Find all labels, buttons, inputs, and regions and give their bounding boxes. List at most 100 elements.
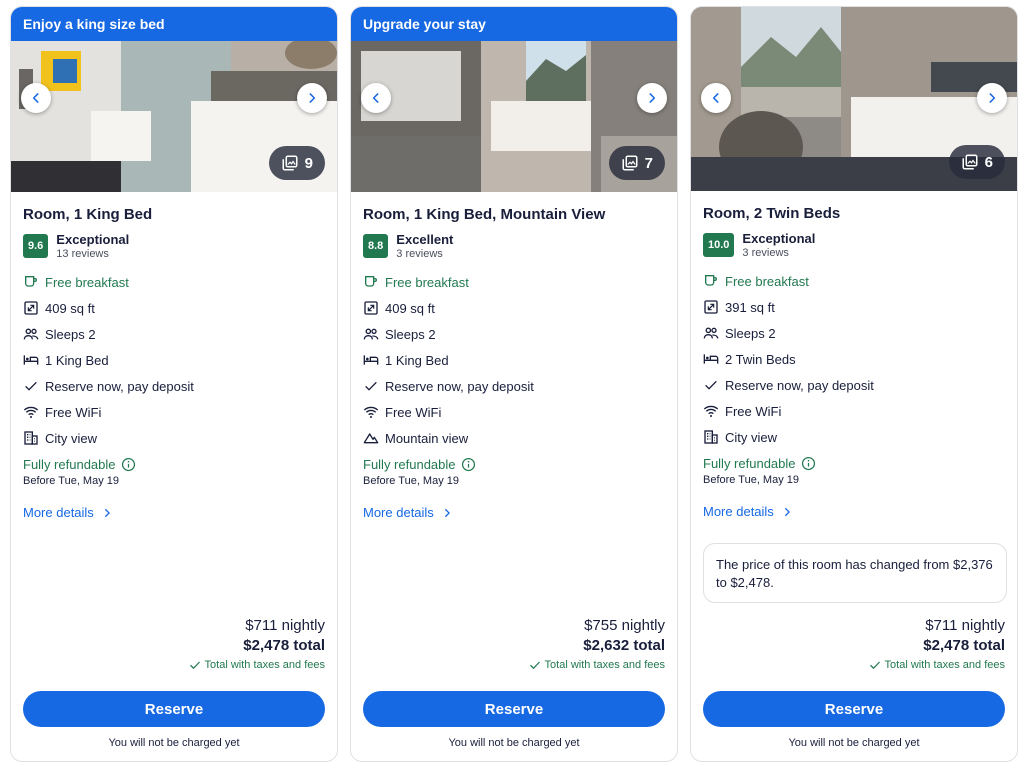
rating-score: 8.8 (363, 234, 389, 258)
amenity-label: 2 Twin Beds (725, 351, 796, 367)
card-banner: Enjoy a king size bed (11, 7, 337, 41)
chevron-right-icon (444, 508, 450, 517)
amenity-label: Free breakfast (45, 274, 129, 290)
price-summary: $755 nightly $2,632 total Total with tax… (529, 617, 665, 671)
people-icon (363, 328, 379, 340)
amenity-label: Free WiFi (385, 404, 442, 420)
coffee-icon (25, 276, 37, 287)
amenity-label: Free breakfast (725, 273, 809, 289)
taxes-label: Total with taxes and fees (204, 659, 325, 671)
next-photo-button[interactable] (977, 83, 1007, 113)
amenity-label: 1 King Bed (45, 352, 109, 368)
room-photo[interactable]: 9 (11, 41, 337, 192)
refund-label: Fully refundable (703, 455, 796, 471)
amenity-view: Mountain view (363, 425, 665, 451)
amenity-list: Free breakfast 409 sq ft Sleeps 2 1 King… (363, 269, 665, 451)
amenity-label: 409 sq ft (45, 300, 95, 316)
amenity-size: 391 sq ft (703, 294, 1005, 320)
chevron-left-icon (32, 93, 39, 103)
amenity-breakfast: Free breakfast (23, 269, 325, 295)
photo-gallery-button[interactable]: 7 (608, 146, 665, 180)
more-details-link[interactable]: More details (363, 505, 665, 520)
rating-score: 9.6 (23, 234, 49, 258)
amenity-label: Sleeps 2 (45, 326, 96, 342)
price-summary: $711 nightly $2,478 total Total with tax… (189, 617, 325, 671)
rating-label: Exceptional (742, 231, 816, 246)
amenity-reserve: Reserve now, pay deposit (23, 373, 325, 399)
amenity-label: Free WiFi (45, 404, 102, 420)
room-photo[interactable]: 7 (351, 41, 677, 192)
chevron-right-icon (989, 93, 996, 103)
chevron-right-icon (104, 508, 110, 517)
amenity-label: City view (45, 430, 98, 446)
amenity-label: 409 sq ft (385, 300, 435, 316)
room-size-icon (704, 300, 718, 314)
guest-rating: 10.0 Exceptional 3 reviews (703, 231, 1005, 260)
refund-label: Fully refundable (23, 456, 116, 472)
bed-icon (363, 355, 379, 365)
reserve-button[interactable]: Reserve (23, 691, 325, 727)
amenity-label: Sleeps 2 (385, 326, 436, 342)
info-icon[interactable] (121, 457, 136, 472)
nightly-price: $711 nightly (245, 617, 325, 634)
refund-label: Fully refundable (363, 456, 456, 472)
wifi-icon (23, 406, 39, 418)
wifi-icon (703, 405, 719, 417)
photo-gallery-button[interactable]: 9 (268, 146, 325, 180)
more-details-label: More details (703, 504, 774, 519)
amenity-reserve: Reserve now, pay deposit (363, 373, 665, 399)
info-icon[interactable] (801, 456, 816, 471)
room-title: Room, 2 Twin Beds (703, 205, 841, 222)
more-details-label: More details (23, 505, 94, 520)
check-icon (869, 661, 880, 670)
room-card: Enjoy a king size bed 9 Room, 1 King Bed… (10, 6, 338, 762)
check-icon (189, 661, 200, 670)
next-photo-button[interactable] (297, 83, 327, 113)
reserve-button[interactable]: Reserve (363, 691, 665, 727)
amenity-bed: 1 King Bed (23, 347, 325, 373)
amenity-wifi: Free WiFi (703, 398, 1005, 424)
amenity-label: City view (725, 429, 778, 445)
mountain-icon (363, 433, 379, 444)
bed-icon (703, 354, 719, 364)
refund-deadline: Before Tue, May 19 (363, 475, 459, 487)
info-icon[interactable] (461, 457, 476, 472)
previous-photo-button[interactable] (701, 83, 731, 113)
refund-policy: Fully refundable (23, 455, 325, 473)
nightly-price: $711 nightly (925, 617, 1005, 634)
photo-count: 7 (644, 154, 653, 172)
reserve-button[interactable]: Reserve (703, 691, 1005, 727)
previous-photo-button[interactable] (361, 83, 391, 113)
more-details-label: More details (363, 505, 434, 520)
room-card: Upgrade your stay 7 Room, 1 King Bed, Mo… (350, 6, 678, 762)
no-charge-note: You will not be charged yet (788, 737, 920, 749)
review-count: 3 reviews (396, 248, 443, 260)
more-details-link[interactable]: More details (23, 505, 325, 520)
rating-score: 10.0 (703, 233, 735, 257)
check-icon (705, 380, 717, 390)
amenity-breakfast: Free breakfast (703, 268, 1005, 294)
coffee-icon (365, 276, 377, 287)
amenity-label: Reserve now, pay deposit (385, 378, 534, 394)
taxes-label: Total with taxes and fees (544, 659, 665, 671)
more-details-link[interactable]: More details (703, 504, 1005, 519)
next-photo-button[interactable] (637, 83, 667, 113)
refund-deadline: Before Tue, May 19 (23, 475, 119, 487)
guest-rating: 8.8 Excellent 3 reviews (363, 232, 665, 261)
photo-count: 6 (984, 153, 993, 171)
bed-icon (23, 355, 39, 365)
amenity-label: Free breakfast (385, 274, 469, 290)
photo-gallery-button[interactable]: 6 (948, 145, 1005, 179)
amenity-list: Free breakfast 391 sq ft Sleeps 2 2 Twin… (703, 268, 1005, 450)
check-icon (529, 661, 540, 670)
room-photo[interactable]: 6 (691, 7, 1017, 191)
gallery-icon (282, 155, 298, 171)
city-icon (24, 431, 38, 445)
check-icon (365, 381, 377, 391)
previous-photo-button[interactable] (21, 83, 51, 113)
wifi-icon (363, 406, 379, 418)
amenity-bed: 1 King Bed (363, 347, 665, 373)
room-title: Room, 1 King Bed, Mountain View (363, 206, 606, 223)
amenity-wifi: Free WiFi (363, 399, 665, 425)
amenity-size: 409 sq ft (363, 295, 665, 321)
